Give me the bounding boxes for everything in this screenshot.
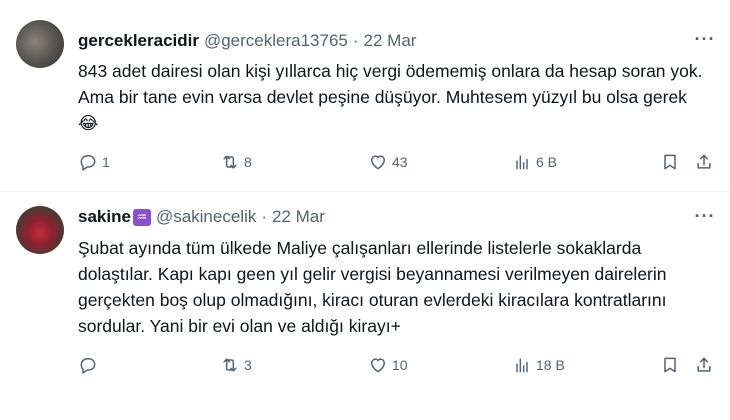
bookmark-button[interactable] [660,353,680,377]
repost-button[interactable]: 8 [220,150,252,174]
views-button[interactable]: 18 B [512,353,565,377]
repost-icon [223,155,237,169]
aquarius-emoji-icon: ♒ [132,208,151,226]
tweet-date[interactable]: 22 Mar [364,31,417,51]
repost-button[interactable]: 3 [220,353,252,377]
display-name[interactable]: gercekleracidir [78,31,199,51]
tweet-actions: 1 8 43 6 B [72,150,722,174]
tweet[interactable]: gercekleracidir @gerceklera13765 · 22 Ma… [0,0,730,192]
separator: · [261,207,268,226]
tweet-header: gercekleracidir @gerceklera13765 · 22 Ma… [78,30,416,52]
tweet-date[interactable]: 22 Mar [272,207,325,227]
views-button[interactable]: 6 B [512,150,557,174]
bookmark-button[interactable] [660,150,680,174]
reply-button[interactable] [78,353,102,377]
like-button[interactable]: 43 [368,150,408,174]
display-name[interactable]: sakine [78,207,131,227]
views-count: 18 B [536,357,565,373]
share-button[interactable] [694,150,714,174]
like-button[interactable]: 10 [368,353,408,377]
share-button[interactable] [694,353,714,377]
views-chart-icon [516,358,528,373]
tweet[interactable]: sakine ♒ @sakinecelik · 22 Mar ··· Şubat… [0,193,730,420]
views-chart-icon [516,155,528,170]
more-options-icon[interactable]: ··· [694,30,716,54]
share-icon [697,154,711,169]
tweet-header: sakine ♒ @sakinecelik · 22 Mar [78,206,325,228]
reply-icon [80,155,96,171]
like-count: 43 [392,154,408,170]
tweet-text: Şubat ayında tüm ülkede Maliye çalışanla… [78,238,667,336]
more-options-icon[interactable]: ··· [694,207,716,231]
user-handle[interactable]: @gerceklera13765 [204,31,348,51]
tweet-text: 843 adet dairesi olan kişi yıllarca hiç … [78,61,703,133]
reply-icon [80,358,96,374]
bookmark-icon [664,154,676,170]
heart-icon [371,358,385,373]
views-count: 6 B [536,154,558,170]
reply-button[interactable]: 1 [78,150,110,174]
repost-count: 3 [244,357,252,373]
user-handle[interactable]: @sakinecelik [156,207,256,227]
repost-icon [223,358,237,372]
avatar[interactable] [16,206,64,254]
like-count: 10 [392,357,408,373]
bookmark-icon [664,357,676,373]
tweet-actions: 3 10 18 B [72,353,722,377]
avatar[interactable] [16,20,64,68]
reply-count: 1 [102,154,110,170]
heart-icon [371,155,385,170]
separator: · [352,31,359,50]
share-icon [697,357,711,372]
repost-count: 8 [244,154,252,170]
